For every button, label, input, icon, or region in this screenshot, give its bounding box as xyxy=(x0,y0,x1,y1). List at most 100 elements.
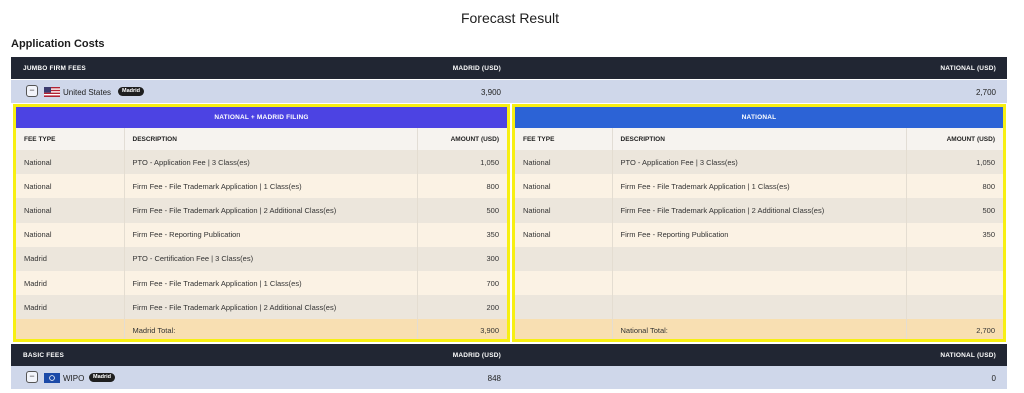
madrid-badge: Madrid xyxy=(118,87,145,96)
description-cell: Firm Fee - File Trademark Application | … xyxy=(124,174,418,199)
table-header-row: FEE TYPE DESCRIPTION AMOUNT (USD) xyxy=(16,128,507,150)
national-table: FEE TYPE DESCRIPTION AMOUNT (USD) Nation… xyxy=(515,128,1003,339)
madrid-badge: Madrid xyxy=(89,373,116,382)
national-value: 0 xyxy=(991,374,996,383)
collapse-icon[interactable]: − xyxy=(26,85,38,97)
description-header: DESCRIPTION xyxy=(612,128,907,150)
description-cell xyxy=(612,246,907,271)
description-cell: Firm Fee - File Trademark Application | … xyxy=(124,198,418,223)
table-header-row: FEE TYPE DESCRIPTION AMOUNT (USD) xyxy=(515,128,1003,150)
us-flag-icon xyxy=(44,87,60,97)
madrid-filing-panel: NATIONAL + MADRID FILING FEE TYPE DESCRI… xyxy=(13,104,510,342)
table-row xyxy=(515,295,1003,320)
fee-type-cell: National xyxy=(515,222,613,247)
fee-type-cell: National xyxy=(515,198,613,223)
fee-type-cell xyxy=(515,246,613,271)
table-row: Madrid Firm Fee - File Trademark Applicat… xyxy=(16,295,507,320)
collapse-icon[interactable]: − xyxy=(26,371,38,383)
amount-cell: 800 xyxy=(906,174,1003,199)
description-cell xyxy=(612,270,907,296)
amount-cell: 700 xyxy=(417,270,507,296)
fee-type-cell: National xyxy=(16,150,125,175)
basic-madrid-col-header: MADRID (USD) xyxy=(452,352,501,359)
amount-cell xyxy=(906,295,1003,320)
amount-header: AMOUNT (USD) xyxy=(417,128,507,150)
table-row xyxy=(515,270,1003,296)
table-row: National Firm Fee - File Trademark Applic… xyxy=(515,174,1003,199)
table-row xyxy=(515,246,1003,271)
description-cell xyxy=(612,295,907,320)
table-row: National PTO - Application Fee | 3 Class(… xyxy=(16,150,507,175)
fee-type-cell: National xyxy=(515,174,613,199)
description-header: DESCRIPTION xyxy=(124,128,418,150)
total-row: Madrid Total: 3,900 xyxy=(16,319,507,339)
madrid-value: 3,900 xyxy=(480,88,501,97)
country-row-wipo[interactable]: − WIPO Madrid 848 0 xyxy=(11,366,1007,389)
madrid-filing-panel-title: NATIONAL + MADRID FILING xyxy=(16,107,507,128)
page-title: Forecast Result xyxy=(460,10,560,26)
fee-type-cell: National xyxy=(515,150,613,175)
basic-fees-label: BASIC FEES xyxy=(23,352,65,359)
fee-type-cell: National xyxy=(16,198,125,223)
amount-cell: 300 xyxy=(417,246,507,271)
wipo-flag-icon xyxy=(44,373,60,383)
madrid-value: 848 xyxy=(487,374,501,383)
table-row: National PTO - Application Fee | 3 Class(… xyxy=(515,150,1003,175)
fee-type-cell: Madrid xyxy=(16,295,125,320)
fee-type-cell: National xyxy=(16,174,125,199)
fee-type-cell xyxy=(515,270,613,296)
national-panel: NATIONAL FEE TYPE DESCRIPTION AMOUNT (US… xyxy=(512,104,1006,342)
fee-type-cell: National xyxy=(16,222,125,247)
amount-header: AMOUNT (USD) xyxy=(906,128,1003,150)
amount-cell: 1,050 xyxy=(906,150,1003,175)
national-panel-title: NATIONAL xyxy=(515,107,1003,128)
description-cell: Firm Fee - File Trademark Application | … xyxy=(612,174,907,199)
fee-type-cell xyxy=(515,295,613,320)
table-row: National Firm Fee - File Trademark Applic… xyxy=(16,174,507,199)
description-cell: PTO - Application Fee | 3 Class(es) xyxy=(124,150,418,175)
description-cell: PTO - Certification Fee | 3 Class(es) xyxy=(124,246,418,271)
table-row: National Firm Fee - Reporting Publication… xyxy=(515,222,1003,247)
total-spacer xyxy=(515,319,613,339)
amount-cell: 350 xyxy=(417,222,507,247)
country-row-united-states[interactable]: − United States Madrid 3,900 2,700 xyxy=(11,80,1007,103)
national-value: 2,700 xyxy=(975,88,996,97)
amount-cell xyxy=(906,246,1003,271)
table-row: National Firm Fee - Reporting Publication… xyxy=(16,222,507,247)
description-cell: Firm Fee - Reporting Publication xyxy=(612,222,907,247)
jumbo-national-col-header: NATIONAL (USD) xyxy=(940,65,996,72)
basic-national-col-header: NATIONAL (USD) xyxy=(940,352,996,359)
table-row: National Firm Fee - File Trademark Applic… xyxy=(16,198,507,223)
total-row: National Total: 2,700 xyxy=(515,319,1003,339)
amount-cell: 500 xyxy=(417,198,507,223)
madrid-filing-table: FEE TYPE DESCRIPTION AMOUNT (USD) Nation… xyxy=(16,128,507,339)
table-row: National Firm Fee - File Trademark Applic… xyxy=(515,198,1003,223)
description-cell: Firm Fee - Reporting Publication xyxy=(124,222,418,247)
country-name: WIPO xyxy=(63,374,85,383)
total-value: 3,900 xyxy=(417,319,507,339)
amount-cell: 1,050 xyxy=(417,150,507,175)
total-label: National Total: xyxy=(612,319,907,339)
jumbo-madrid-col-header: MADRID (USD) xyxy=(452,65,501,72)
description-cell: Firm Fee - File Trademark Application | … xyxy=(124,295,418,320)
amount-cell: 500 xyxy=(906,198,1003,223)
amount-cell: 200 xyxy=(417,295,507,320)
section-title: Application Costs xyxy=(11,38,105,50)
description-cell: Firm Fee - File Trademark Application | … xyxy=(124,270,418,296)
total-value: 2,700 xyxy=(906,319,1003,339)
total-label: Madrid Total: xyxy=(124,319,418,339)
amount-cell xyxy=(906,270,1003,296)
description-cell: Firm Fee - File Trademark Application | … xyxy=(612,198,907,223)
fee-type-header: FEE TYPE xyxy=(16,128,125,150)
amount-cell: 350 xyxy=(906,222,1003,247)
fee-type-cell: Madrid xyxy=(16,270,125,296)
fee-type-header: FEE TYPE xyxy=(515,128,613,150)
jumbo-fees-header: JUMBO FIRM FEES MADRID (USD) NATIONAL (U… xyxy=(11,57,1007,79)
total-spacer xyxy=(16,319,125,339)
fee-type-cell: Madrid xyxy=(16,246,125,271)
amount-cell: 800 xyxy=(417,174,507,199)
jumbo-fees-label: JUMBO FIRM FEES xyxy=(23,65,86,72)
country-name: United States xyxy=(63,88,112,97)
table-row: Madrid Firm Fee - File Trademark Applicat… xyxy=(16,270,507,296)
description-cell: PTO - Application Fee | 3 Class(es) xyxy=(612,150,907,175)
